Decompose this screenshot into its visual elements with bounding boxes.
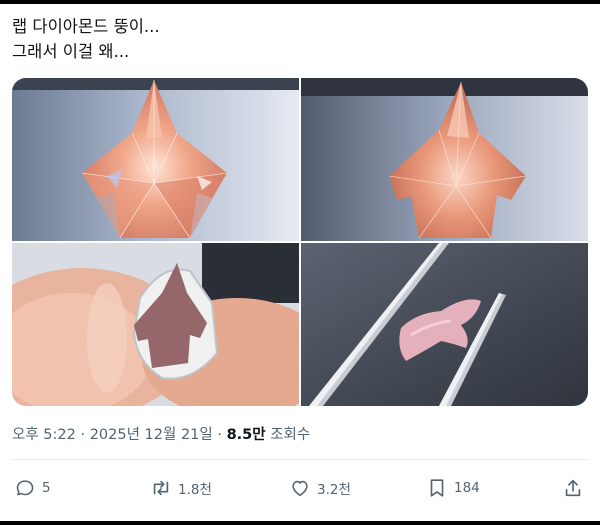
view-count-label: 조회수 (265, 427, 311, 443)
meta-separator: · (212, 427, 227, 443)
media-image-2[interactable] (301, 78, 588, 241)
share-icon (565, 479, 581, 497)
retweet-icon (153, 480, 169, 496)
tweet-text: 랩 다이아몬드 뚱이... 그래서 이걸 왜... (12, 14, 160, 64)
heart-icon (292, 480, 308, 497)
tweet-time[interactable]: 오후 5:22 (12, 427, 76, 443)
retweet-count: 1.8천 (178, 482, 212, 498)
reply-button[interactable]: 5 (14, 471, 51, 505)
like-count: 3.2천 (317, 482, 351, 498)
reply-count: 5 (42, 480, 51, 496)
media-image-4[interactable] (301, 243, 588, 406)
bookmark-icon (430, 479, 444, 497)
tweet-line-2: 그래서 이걸 왜... (12, 42, 130, 61)
divider (12, 459, 588, 460)
media-image-1[interactable] (12, 78, 299, 241)
meta-separator: · (75, 427, 90, 443)
view-count: 8.5만 (226, 427, 266, 443)
bookmark-count: 184 (454, 480, 480, 496)
tweet-date[interactable]: 2025년 12월 21일 (90, 427, 213, 443)
tweet-line-1: 랩 다이아몬드 뚱이... (12, 17, 160, 36)
fingers-holding-diamond-image (12, 243, 299, 406)
reply-icon (16, 480, 34, 496)
media-image-3[interactable] (12, 243, 299, 406)
share-button[interactable] (562, 471, 584, 505)
pink-diamond-image (12, 78, 299, 241)
tweet-metadata: 오후 5:22 · 2025년 12월 21일 · 8.5만 조회수 (12, 423, 310, 444)
media-grid (12, 78, 588, 406)
pink-diamond-image (301, 78, 588, 241)
tweet-card: 랩 다이아몬드 뚱이... 그래서 이걸 왜... 오후 5:22 · 2025… (0, 4, 600, 521)
retweet-button[interactable]: 1.8천 (150, 471, 212, 505)
tweezers-holding-crystal-image (301, 243, 588, 406)
action-bar: 5 1.8천 3.2천 184 (0, 471, 600, 505)
like-button[interactable]: 3.2천 (289, 471, 351, 505)
bookmark-button[interactable]: 184 (426, 471, 480, 505)
